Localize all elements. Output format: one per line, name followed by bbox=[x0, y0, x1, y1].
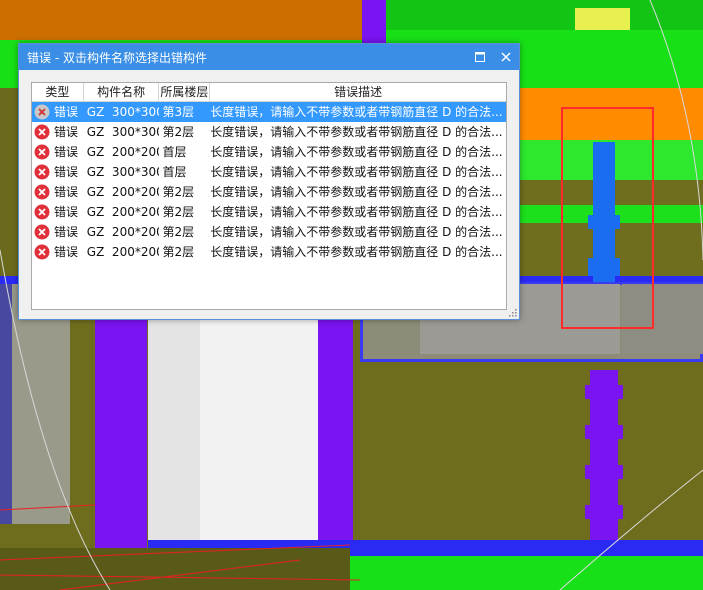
row-description[interactable]: 长度错误，请输入不带参数或者带钢筋直径 D 的合法... bbox=[210, 202, 506, 222]
row-component-name[interactable]: GZ 200*200 bbox=[84, 242, 160, 262]
row-type: 错误 bbox=[54, 145, 79, 159]
row-description[interactable]: 长度错误，请输入不带参数或者带钢筋直径 D 的合法... bbox=[210, 122, 506, 142]
row-description[interactable]: 长度错误，请输入不带参数或者带钢筋直径 D 的合法... bbox=[210, 222, 506, 242]
row-description[interactable]: 长度错误，请输入不带参数或者带钢筋直径 D 的合法... bbox=[210, 142, 506, 162]
row-component-name[interactable]: GZ 300*300 bbox=[84, 122, 160, 142]
row-type: 错误 bbox=[54, 125, 79, 139]
row-component-name[interactable]: GZ 200*200 bbox=[84, 202, 160, 222]
table-row[interactable]: 错误 GZ 200*200 首层 长度错误，请输入不带参数或者带钢筋直径 D 的合法.… bbox=[32, 142, 506, 162]
table-row[interactable]: 错误 GZ 200*200 第2层 长度错误，请输入不带参数或者带钢筋直径 D 的合法… bbox=[32, 222, 506, 242]
row-type: 错误 bbox=[54, 165, 79, 179]
row-type: 错误 bbox=[54, 105, 79, 119]
table-row[interactable]: 错误 GZ 300*300 首层 长度错误，请输入不带参数或者带钢筋直径 D 的合法.… bbox=[32, 162, 506, 182]
row-type-cell[interactable]: 错误 bbox=[32, 222, 84, 242]
row-description[interactable]: 长度错误，请输入不带参数或者带钢筋直径 D 的合法... bbox=[210, 242, 506, 262]
column-header-name[interactable]: 构件名称 bbox=[84, 83, 160, 101]
row-component-name[interactable]: GZ 200*200 bbox=[84, 142, 160, 162]
row-type-cell[interactable]: 错误 bbox=[32, 242, 84, 262]
row-component-name[interactable]: GZ 300*300 bbox=[84, 102, 160, 122]
error-dialog[interactable]: 错误 - 双击构件名称选择出错构件 类型 构件名称 所属楼层 错误描述 错误 GZ… bbox=[18, 43, 520, 320]
resize-grip-icon[interactable] bbox=[509, 309, 517, 317]
row-type-cell[interactable]: 错误 bbox=[32, 122, 84, 142]
table-row[interactable]: 错误 GZ 300*300 第3层 长度错误，请输入不带参数或者带钢筋直径 D 的合法… bbox=[32, 102, 506, 122]
row-description[interactable]: 长度错误，请输入不带参数或者带钢筋直径 D 的合法... bbox=[210, 102, 506, 122]
error-circle-x-icon bbox=[34, 224, 50, 240]
table-row[interactable]: 错误 GZ 200*200 第2层 长度错误，请输入不带参数或者带钢筋直径 D 的合法… bbox=[32, 242, 506, 262]
error-circle-x-icon bbox=[34, 124, 50, 140]
column-header-floor[interactable]: 所属楼层 bbox=[159, 83, 211, 101]
row-floor[interactable]: 首层 bbox=[159, 162, 210, 182]
row-type-cell[interactable]: 错误 bbox=[32, 162, 84, 182]
row-type-cell[interactable]: 错误 bbox=[32, 142, 84, 162]
list-header: 类型 构件名称 所属楼层 错误描述 bbox=[32, 83, 506, 102]
row-floor[interactable]: 首层 bbox=[159, 142, 210, 162]
row-floor[interactable]: 第2层 bbox=[159, 242, 210, 262]
row-description[interactable]: 长度错误，请输入不带参数或者带钢筋直径 D 的合法... bbox=[210, 162, 506, 182]
row-type-cell[interactable]: 错误 bbox=[32, 202, 84, 222]
row-floor[interactable]: 第2层 bbox=[159, 182, 210, 202]
error-circle-x-icon bbox=[34, 204, 50, 220]
error-circle-x-icon bbox=[34, 104, 50, 120]
row-type: 错误 bbox=[54, 225, 79, 239]
close-icon bbox=[501, 52, 511, 62]
maximize-icon bbox=[475, 52, 485, 62]
dialog-titlebar[interactable]: 错误 - 双击构件名称选择出错构件 bbox=[19, 44, 519, 70]
table-row[interactable]: 错误 GZ 300*300 第2层 长度错误，请输入不带参数或者带钢筋直径 D 的合法… bbox=[32, 122, 506, 142]
row-description[interactable]: 长度错误，请输入不带参数或者带钢筋直径 D 的合法... bbox=[210, 182, 506, 202]
table-row[interactable]: 错误 GZ 200*200 第2层 长度错误，请输入不带参数或者带钢筋直径 D 的合法… bbox=[32, 182, 506, 202]
row-component-name[interactable]: GZ 200*200 bbox=[84, 222, 160, 242]
error-circle-x-icon bbox=[34, 164, 50, 180]
list-body: 错误 GZ 300*300 第3层 长度错误，请输入不带参数或者带钢筋直径 D 的合法… bbox=[32, 102, 506, 262]
error-list[interactable]: 类型 构件名称 所属楼层 错误描述 错误 GZ 300*300 第3层 长度错误，请输… bbox=[31, 82, 507, 310]
column-header-type[interactable]: 类型 bbox=[32, 83, 84, 101]
error-circle-x-icon bbox=[34, 244, 50, 260]
row-type: 错误 bbox=[54, 205, 79, 219]
row-floor[interactable]: 第3层 bbox=[159, 102, 210, 122]
error-circle-x-icon bbox=[34, 144, 50, 160]
error-circle-x-icon bbox=[34, 184, 50, 200]
close-button[interactable] bbox=[493, 44, 519, 70]
row-floor[interactable]: 第2层 bbox=[159, 202, 210, 222]
row-type: 错误 bbox=[54, 185, 79, 199]
row-component-name[interactable]: GZ 300*300 bbox=[84, 162, 160, 182]
row-floor[interactable]: 第2层 bbox=[159, 222, 210, 242]
row-floor[interactable]: 第2层 bbox=[159, 122, 210, 142]
dialog-title: 错误 - 双击构件名称选择出错构件 bbox=[27, 50, 207, 65]
row-component-name[interactable]: GZ 200*200 bbox=[84, 182, 160, 202]
row-type-cell[interactable]: 错误 bbox=[32, 102, 84, 122]
highlight-selection-box bbox=[561, 107, 654, 329]
row-type-cell[interactable]: 错误 bbox=[32, 182, 84, 202]
column-header-desc[interactable]: 错误描述 bbox=[210, 83, 506, 101]
row-type: 错误 bbox=[54, 245, 79, 259]
maximize-button[interactable] bbox=[467, 44, 493, 70]
table-row[interactable]: 错误 GZ 200*200 第2层 长度错误，请输入不带参数或者带钢筋直径 D 的合法… bbox=[32, 202, 506, 222]
